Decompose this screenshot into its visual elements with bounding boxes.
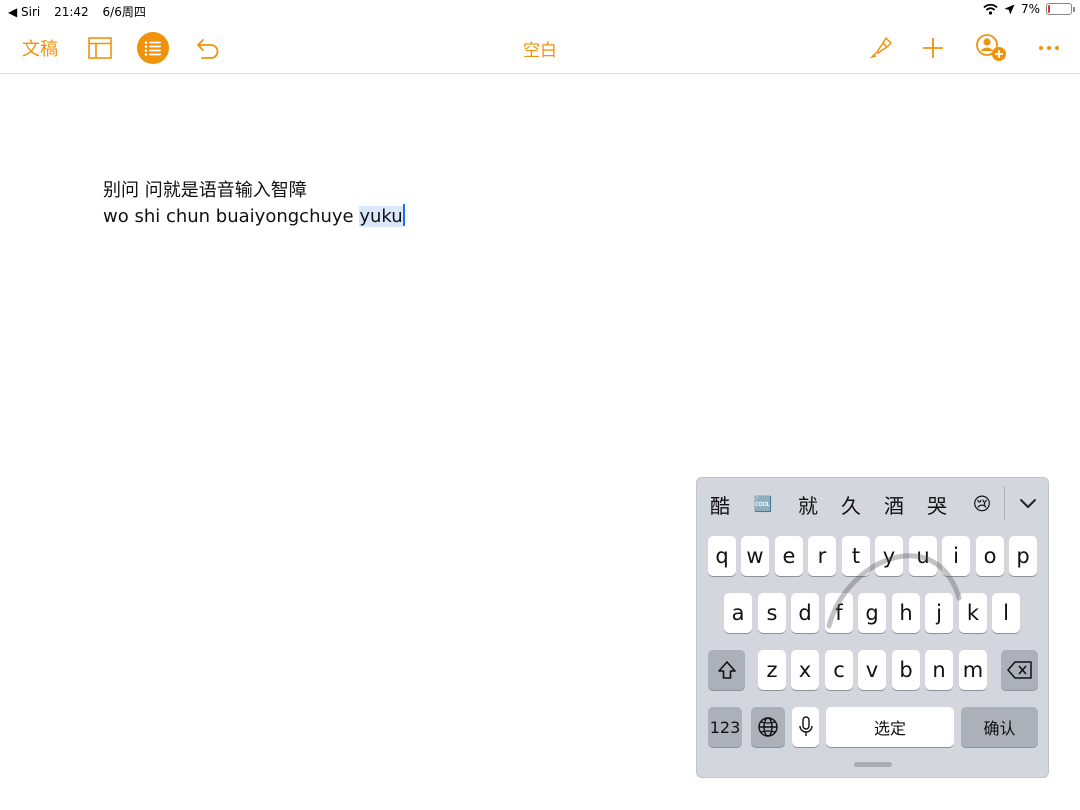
globe-icon <box>758 717 778 737</box>
marked-pinyin-text: yuku <box>359 206 403 227</box>
status-left: ◀ Siri 21:42 6/6周四 <box>8 3 156 20</box>
key-m[interactable]: m <box>959 650 987 690</box>
dictation-key[interactable] <box>792 707 819 747</box>
return-key[interactable]: 确认 <box>961 707 1038 747</box>
plus-icon <box>923 38 943 58</box>
space-key[interactable]: 选定 <box>826 707 954 747</box>
key-d[interactable]: d <box>791 593 819 633</box>
status-date: 6/6周四 <box>102 5 146 19</box>
candidate-7[interactable]: 😢 <box>967 490 997 518</box>
key-z[interactable]: z <box>758 650 786 690</box>
candidate-3[interactable]: 就 <box>793 490 823 518</box>
key-a[interactable]: a <box>724 593 752 633</box>
key-n[interactable]: n <box>925 650 953 690</box>
document-title[interactable]: 空白 <box>480 24 600 72</box>
key-o[interactable]: o <box>976 536 1004 576</box>
collaborate-button[interactable] <box>974 24 1010 72</box>
ellipsis-icon <box>1039 46 1059 50</box>
floating-keyboard[interactable]: 酷 🆒 就 久 酒 哭 😢 q w e r t y u i o p a s d … <box>696 477 1049 778</box>
key-s[interactable]: s <box>758 593 786 633</box>
key-q[interactable]: q <box>708 536 736 576</box>
add-person-icon <box>976 34 1006 61</box>
keyboard-drag-handle[interactable] <box>854 762 892 767</box>
key-r[interactable]: r <box>808 536 836 576</box>
key-t[interactable]: t <box>842 536 870 576</box>
key-y[interactable]: y <box>875 536 903 576</box>
key-f[interactable]: f <box>825 593 853 633</box>
globe-key[interactable] <box>751 707 785 747</box>
backspace-icon <box>1006 661 1032 679</box>
key-w[interactable]: w <box>741 536 769 576</box>
battery-level <box>1048 5 1050 13</box>
expand-candidates-button[interactable] <box>1012 490 1044 518</box>
sidebar-layout-icon <box>88 37 112 59</box>
list-icon <box>137 32 169 64</box>
key-j[interactable]: j <box>925 593 953 633</box>
location-arrow-icon <box>1004 4 1015 14</box>
format-button[interactable] <box>868 24 894 72</box>
numbers-key[interactable]: 123 <box>708 707 742 747</box>
candidate-divider <box>1004 486 1005 520</box>
undo-icon <box>197 39 219 59</box>
undo-button[interactable] <box>194 24 222 72</box>
key-u[interactable]: u <box>909 536 937 576</box>
format-list-button[interactable] <box>136 24 170 72</box>
text-cursor <box>402 204 405 226</box>
wifi-icon <box>983 3 998 15</box>
status-right: 7% <box>983 2 1075 16</box>
candidate-bar: 酷 🆒 就 久 酒 哭 😢 <box>697 478 1048 530</box>
battery-percent: 7% <box>1020 2 1040 16</box>
document-line-2: wo shi chun buaiyongchuye yuku <box>103 204 405 230</box>
document-line-1: 别问 问就是语音输入智障 <box>103 180 307 201</box>
key-x[interactable]: x <box>791 650 819 690</box>
key-p[interactable]: p <box>1009 536 1037 576</box>
microphone-icon <box>798 716 813 736</box>
paintbrush-icon <box>869 37 892 59</box>
committed-text: wo shi chun buaiyongchuye <box>103 206 360 227</box>
toolbar: 文稿 空白 <box>0 24 1080 74</box>
status-bar: ◀ Siri 21:42 6/6周四 7% <box>0 0 1080 22</box>
key-l[interactable]: l <box>992 593 1020 633</box>
more-button[interactable] <box>1036 24 1062 72</box>
battery-icon <box>1046 3 1075 15</box>
candidate-1[interactable]: 酷 <box>705 490 735 518</box>
key-e[interactable]: e <box>775 536 803 576</box>
key-b[interactable]: b <box>892 650 920 690</box>
key-k[interactable]: k <box>959 593 987 633</box>
key-c[interactable]: c <box>825 650 853 690</box>
key-h[interactable]: h <box>892 593 920 633</box>
candidate-4[interactable]: 久 <box>836 490 866 518</box>
back-to-app-link[interactable]: ◀ Siri <box>8 5 40 19</box>
status-time: 21:42 <box>54 5 89 19</box>
chevron-down-icon <box>1020 499 1036 508</box>
key-v[interactable]: v <box>858 650 886 690</box>
view-options-button[interactable] <box>86 24 114 72</box>
delete-key[interactable] <box>1001 650 1038 690</box>
document-body[interactable]: 别问 问就是语音输入智障 wo shi chun buaiyongchuye y… <box>103 178 405 230</box>
shift-key[interactable] <box>708 650 745 690</box>
insert-button[interactable] <box>920 24 946 72</box>
candidate-6[interactable]: 哭 <box>922 490 952 518</box>
key-i[interactable]: i <box>942 536 970 576</box>
key-g[interactable]: g <box>858 593 886 633</box>
candidate-2[interactable]: 🆒 <box>748 490 778 518</box>
documents-button[interactable]: 文稿 <box>22 24 58 72</box>
candidate-5[interactable]: 酒 <box>879 490 909 518</box>
shift-arrow-icon <box>717 661 736 679</box>
